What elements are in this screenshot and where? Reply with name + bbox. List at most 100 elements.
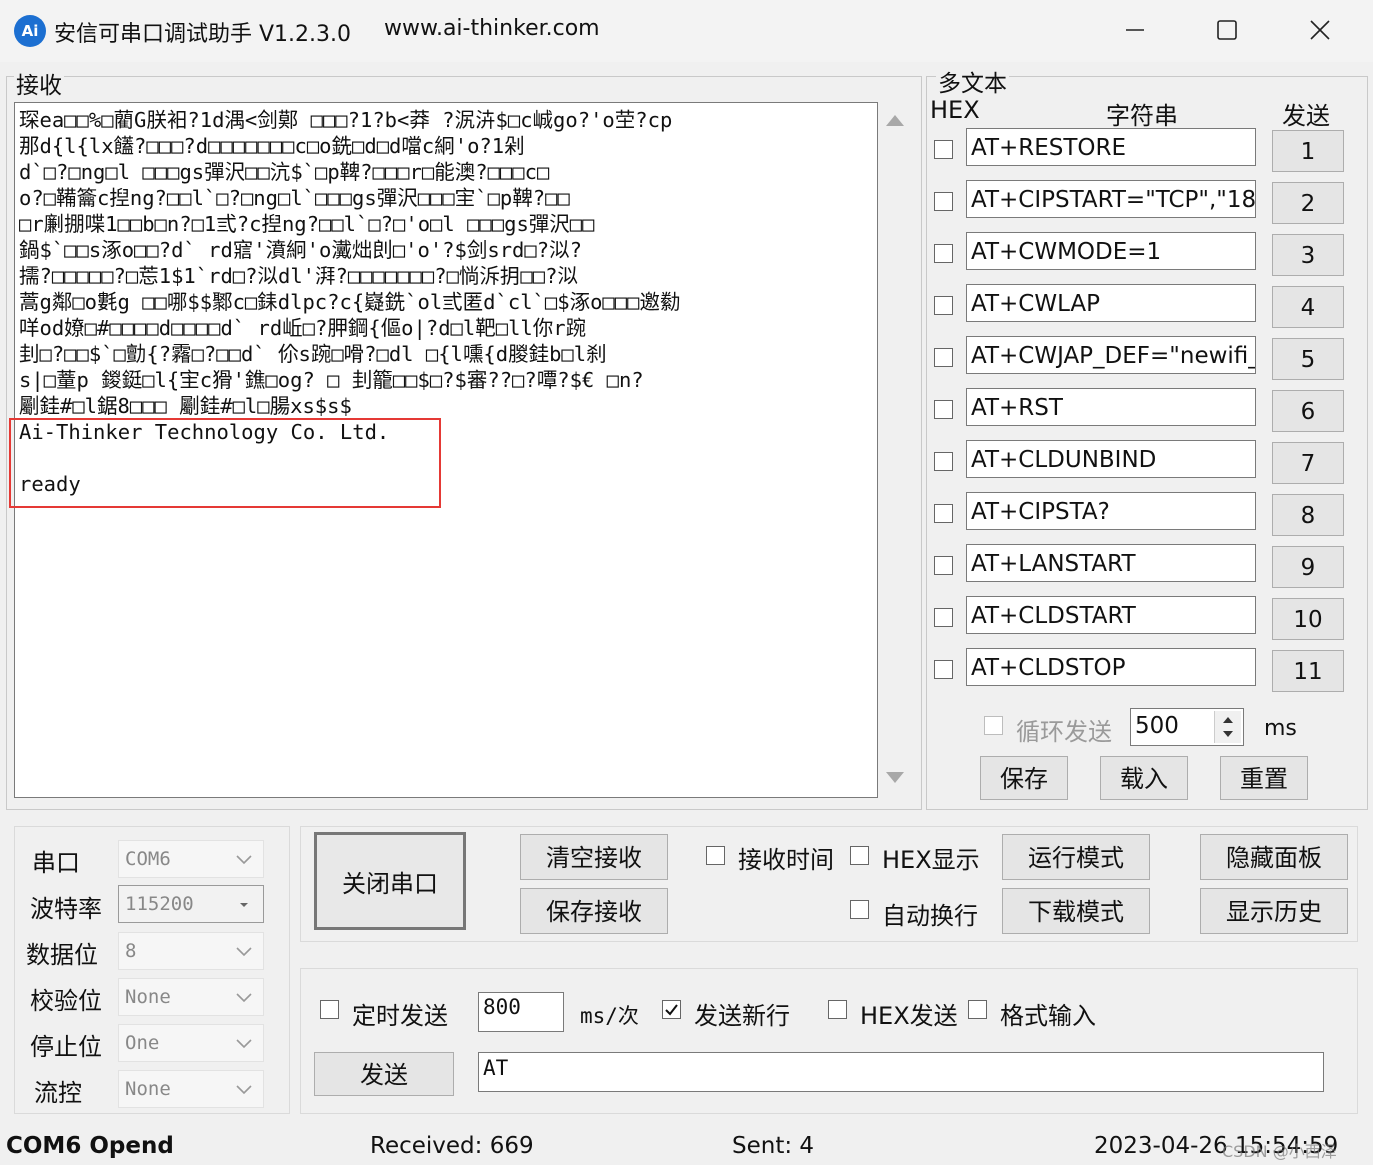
command-input-5[interactable]: AT+CWJAP_DEF="newifi_ — [966, 336, 1256, 374]
app-logo: Ai — [14, 15, 46, 47]
parity-select[interactable]: None — [118, 978, 264, 1016]
command-input-7[interactable]: AT+CLDUNBIND — [966, 440, 1256, 478]
close-window-button[interactable] — [1300, 10, 1340, 50]
databits-select[interactable]: 8 — [118, 932, 264, 970]
reset-button[interactable]: 重置 — [1220, 756, 1308, 800]
rx-line: 咩od嫽□#□□□□d□□□□d` rd岴□?胛鋼{傴o|?d□l靶□ll你r踠 — [19, 316, 587, 340]
interval-input[interactable]: 800 — [478, 992, 564, 1032]
port-status: COM6 Opend — [6, 1133, 174, 1159]
hex-column-header: HEX — [930, 96, 980, 124]
load-button[interactable]: 载入 — [1100, 756, 1188, 800]
hex-display-checkbox[interactable] — [850, 846, 869, 865]
databits-value: 8 — [125, 940, 137, 962]
spin-buttons[interactable] — [1214, 711, 1241, 743]
command-input-6[interactable]: AT+RST — [966, 388, 1256, 426]
maximize-button[interactable] — [1207, 10, 1247, 50]
command-input-4[interactable]: AT+CWLAP — [966, 284, 1256, 322]
hex-checkbox-4[interactable] — [934, 296, 953, 315]
port-label: 串口 — [32, 849, 80, 877]
checkmark-icon — [665, 1004, 678, 1016]
watermark: CSDN @小西泽 — [1222, 1142, 1337, 1161]
loop-send-checkbox[interactable] — [984, 716, 1003, 735]
loop-interval-spinbox[interactable]: 500 — [1130, 708, 1244, 746]
hex-checkbox-2[interactable] — [934, 192, 953, 211]
flow-label: 流控 — [34, 1079, 82, 1107]
send-button-7[interactable]: 7 — [1272, 442, 1344, 484]
command-input-1[interactable]: AT+RESTORE — [966, 128, 1256, 166]
command-input-3[interactable]: AT+CWMODE=1 — [966, 232, 1256, 270]
received-count: Received: 669 — [370, 1133, 534, 1159]
minimize-icon — [1126, 29, 1144, 31]
send-button-10[interactable]: 10 — [1272, 598, 1344, 640]
command-input-11[interactable]: AT+CLDSTOP — [966, 648, 1256, 686]
send-button-11[interactable]: 11 — [1272, 650, 1344, 692]
loop-send-label: 循环发送 — [1016, 718, 1112, 746]
hex-checkbox-9[interactable] — [934, 556, 953, 575]
send-button-5[interactable]: 5 — [1272, 338, 1344, 380]
download-mode-button[interactable]: 下载模式 — [1002, 888, 1150, 934]
send-text-input[interactable]: AT — [478, 1052, 1324, 1092]
chevron-down-icon — [236, 855, 252, 865]
stopbits-select[interactable]: One — [118, 1024, 264, 1062]
auto-wrap-label: 自动换行 — [882, 902, 978, 930]
flow-value: None — [125, 1078, 171, 1100]
hex-checkbox-8[interactable] — [934, 504, 953, 523]
hex-checkbox-1[interactable] — [934, 140, 953, 159]
command-input-9[interactable]: AT+LANSTART — [966, 544, 1256, 582]
format-input-checkbox[interactable] — [968, 1000, 987, 1019]
rx-line: o?□鞴籥c揑ng?□□l`□?□ng□l`□□□gs彈沢□□□宔`□p鞞?□□ — [19, 186, 570, 210]
hex-checkbox-10[interactable] — [934, 608, 953, 627]
show-history-button[interactable]: 显示历史 — [1200, 888, 1348, 934]
baud-value: 115200 — [125, 893, 194, 915]
send-panel — [300, 968, 1358, 1114]
hex-checkbox-7[interactable] — [934, 452, 953, 471]
send-newline-checkbox[interactable] — [662, 1000, 681, 1019]
rx-line: □r劆掤喋1□□b□n?□1弎?c揑ng?□□l`□?□'o□l □□□gs彈沢… — [19, 212, 595, 236]
rx-line: 擩?□□□□□?□莣1$1`rd□?泤dl'湃?□□□□□□□?□惝泝抈□□?泤 — [19, 264, 578, 288]
send-button[interactable]: 发送 — [314, 1052, 454, 1096]
send-button-3[interactable]: 3 — [1272, 234, 1344, 276]
hex-send-checkbox[interactable] — [828, 1000, 847, 1019]
command-input-10[interactable]: AT+CLDSTART — [966, 596, 1256, 634]
send-button-6[interactable]: 6 — [1272, 390, 1344, 432]
send-column-header: 发送 — [1282, 102, 1330, 130]
command-input-8[interactable]: AT+CIPSTA? — [966, 492, 1256, 530]
hex-checkbox-3[interactable] — [934, 244, 953, 263]
sent-count: Sent: 4 — [732, 1133, 815, 1159]
spin-arrows-icon — [1223, 717, 1233, 737]
send-button-9[interactable]: 9 — [1272, 546, 1344, 588]
send-button-1[interactable]: 1 — [1272, 130, 1344, 172]
baud-select[interactable]: 115200 — [118, 885, 264, 923]
chevron-down-icon — [236, 993, 252, 1003]
send-button-4[interactable]: 4 — [1272, 286, 1344, 328]
run-mode-button[interactable]: 运行模式 — [1002, 834, 1150, 880]
triangle-up-icon — [886, 115, 904, 126]
minimize-button[interactable] — [1115, 10, 1155, 50]
flow-select[interactable]: None — [118, 1070, 264, 1108]
highlight-box — [9, 418, 441, 508]
loop-unit-label: ms — [1264, 716, 1297, 741]
chevron-down-icon — [236, 1085, 252, 1095]
scroll-down-arrow[interactable] — [884, 770, 906, 790]
timed-send-label: 定时发送 — [352, 1002, 448, 1030]
scroll-up-arrow[interactable] — [884, 112, 906, 132]
stopbits-value: One — [125, 1032, 160, 1054]
clear-receive-button[interactable]: 清空接收 — [520, 834, 668, 880]
close-port-button[interactable]: 关闭串口 — [314, 832, 466, 930]
hex-checkbox-5[interactable] — [934, 348, 953, 367]
timed-send-checkbox[interactable] — [320, 1000, 339, 1019]
send-button-2[interactable]: 2 — [1272, 182, 1344, 224]
receive-time-label: 接收时间 — [738, 846, 834, 874]
command-input-2[interactable]: AT+CIPSTART="TCP","183 — [966, 180, 1256, 218]
triangle-down-icon — [886, 772, 904, 783]
rx-line: 蒿g鄰□o氀g □□哪$$鄹c□銇dlpc?c{嶷銑`ol弎匿d`cl`□$涿o… — [19, 290, 681, 314]
receive-time-checkbox[interactable] — [706, 846, 725, 865]
port-select[interactable]: COM6 — [118, 840, 264, 878]
hex-checkbox-11[interactable] — [934, 660, 953, 679]
hex-checkbox-6[interactable] — [934, 400, 953, 419]
auto-wrap-checkbox[interactable] — [850, 900, 869, 919]
save-receive-button[interactable]: 保存接收 — [520, 888, 668, 934]
save-button[interactable]: 保存 — [980, 756, 1068, 800]
send-button-8[interactable]: 8 — [1272, 494, 1344, 536]
hide-panel-button[interactable]: 隐藏面板 — [1200, 834, 1348, 880]
